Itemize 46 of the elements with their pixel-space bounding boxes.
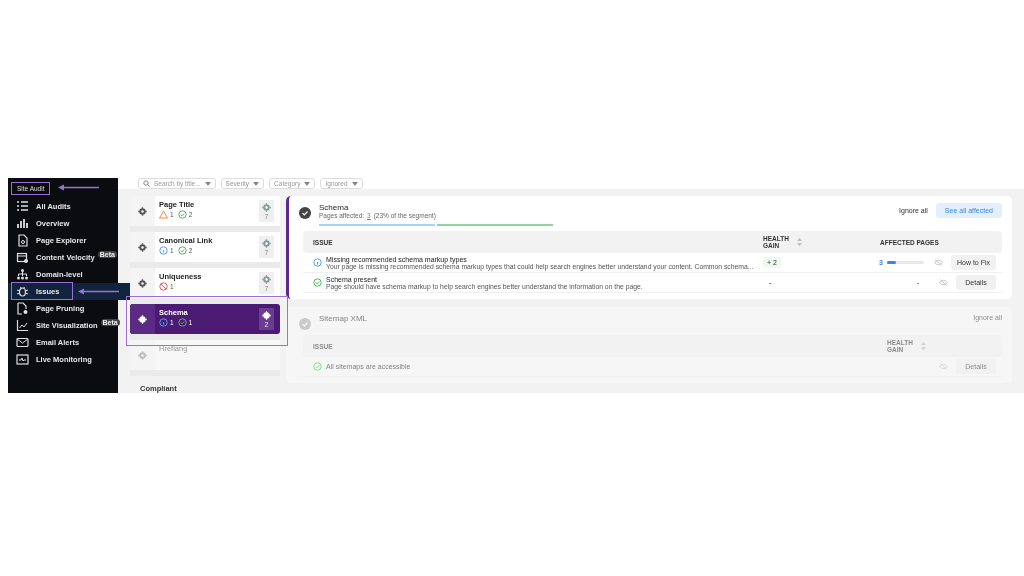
gear-icon: [262, 274, 271, 284]
info-icon: [159, 246, 168, 255]
sort-icon: [921, 342, 926, 350]
caret-icon: [351, 181, 358, 186]
check-circle-icon: [177, 318, 187, 327]
bar-chart-icon: [16, 217, 29, 230]
gear-icon: [138, 278, 147, 288]
caret-icon: [304, 181, 311, 186]
check-circle-icon: [177, 210, 187, 219]
arrow-icon: [58, 184, 100, 191]
list-icon: [16, 200, 29, 213]
gear-icon: [138, 350, 147, 360]
check-circle-icon: [313, 362, 322, 371]
monitor-icon: [16, 353, 29, 366]
hierarchy-icon: [16, 268, 29, 281]
arrow-icon: [78, 288, 120, 295]
hidden-eye-icon: [939, 279, 948, 286]
envelope-icon: [16, 336, 29, 349]
gear-icon: [138, 242, 147, 252]
gear-icon: [138, 314, 147, 324]
hidden-eye-icon: [933, 259, 943, 266]
gear-icon: [138, 206, 147, 216]
gear-icon: [262, 310, 271, 320]
document-icon: [16, 302, 29, 315]
bug-icon: [16, 285, 29, 298]
check-circle-icon: [177, 246, 187, 255]
document-icon: [16, 234, 29, 247]
gear-icon: [262, 202, 271, 212]
check-circle-icon: [299, 207, 311, 219]
panel-title: Schema: [319, 203, 350, 212]
check-circle-icon: [313, 278, 322, 287]
panel-title: Sitemap XML: [319, 314, 369, 323]
line-chart-icon: [16, 319, 29, 332]
blocked-icon: [159, 282, 168, 291]
search-icon: [143, 180, 150, 187]
gear-icon: [262, 238, 271, 248]
hidden-eye-icon: [939, 363, 948, 370]
highlight-frame: [11, 282, 73, 300]
caret-icon: [204, 181, 211, 186]
calendar-icon: [16, 251, 29, 264]
info-icon: [313, 258, 322, 267]
info-icon: [159, 318, 168, 327]
warning-icon: [159, 210, 168, 219]
sort-icon: [797, 238, 802, 246]
caret-icon: [253, 181, 260, 186]
check-circle-icon: [299, 318, 311, 330]
